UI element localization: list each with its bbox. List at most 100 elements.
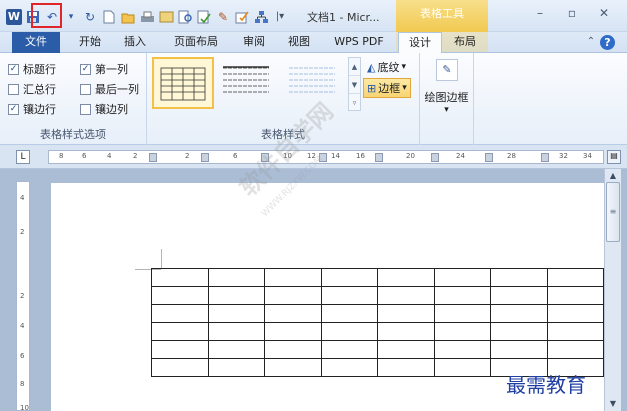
table-cell[interactable] bbox=[320, 268, 378, 287]
tab-insert[interactable]: 插入 bbox=[115, 32, 155, 53]
shading-button[interactable]: ◭ 底纹 ▾ bbox=[367, 59, 406, 75]
ruler-column-marker[interactable] bbox=[485, 153, 493, 162]
table-style-plain[interactable] bbox=[219, 62, 273, 102]
open-icon[interactable] bbox=[120, 9, 136, 25]
document-table[interactable] bbox=[151, 268, 604, 377]
table-cell[interactable] bbox=[320, 322, 378, 341]
table-cell[interactable] bbox=[377, 286, 435, 305]
tab-file[interactable]: 文件 bbox=[12, 32, 60, 53]
table-cell[interactable] bbox=[377, 304, 435, 323]
check-icon[interactable] bbox=[234, 9, 250, 25]
table-cell[interactable] bbox=[320, 304, 378, 323]
table-cell[interactable] bbox=[433, 304, 491, 323]
tab-page-layout[interactable]: 页面布局 bbox=[163, 32, 229, 53]
table-cell[interactable] bbox=[433, 340, 491, 359]
table-cell[interactable] bbox=[151, 340, 209, 359]
tab-table-layout[interactable]: 布局 bbox=[444, 32, 486, 53]
table-cell[interactable] bbox=[377, 358, 435, 377]
table-cell[interactable] bbox=[433, 268, 491, 287]
table-cell[interactable] bbox=[433, 358, 491, 377]
table-cell[interactable] bbox=[433, 286, 491, 305]
gallery-down-icon[interactable]: ▼ bbox=[349, 76, 360, 94]
help-icon[interactable]: ? bbox=[600, 35, 615, 50]
email-icon[interactable] bbox=[158, 9, 174, 25]
maximize-icon[interactable]: ▫ bbox=[562, 6, 582, 20]
table-cell[interactable] bbox=[151, 268, 209, 287]
draw-borders-label[interactable]: 绘图边框 bbox=[420, 89, 473, 105]
redo-icon-2[interactable]: ↻ bbox=[82, 9, 98, 25]
total-row-option[interactable]: 汇总行 bbox=[8, 81, 56, 97]
tab-view[interactable]: 视图 bbox=[279, 32, 319, 53]
banded-rows-option[interactable]: ✓ 镶边行 bbox=[8, 101, 56, 117]
first-column-option[interactable]: ✓ 第一列 bbox=[80, 61, 128, 77]
table-style-selected[interactable] bbox=[152, 57, 214, 109]
print-icon[interactable] bbox=[139, 9, 155, 25]
table-cell[interactable] bbox=[151, 286, 209, 305]
table-cell[interactable] bbox=[546, 268, 604, 287]
table-cell[interactable] bbox=[264, 322, 322, 341]
draw-borders-dropdown-icon[interactable]: ▾ bbox=[420, 105, 473, 115]
customize-icon[interactable]: |▾ bbox=[272, 9, 288, 25]
vertical-scrollbar[interactable]: ▲ ≡ ▼ bbox=[604, 169, 621, 411]
table-cell[interactable] bbox=[207, 340, 265, 359]
table-cell[interactable] bbox=[546, 304, 604, 323]
table-cell[interactable] bbox=[546, 322, 604, 341]
table-cell[interactable] bbox=[151, 304, 209, 323]
ruler-column-marker[interactable] bbox=[375, 153, 383, 162]
table-cell[interactable] bbox=[433, 322, 491, 341]
tab-design[interactable]: 设计 bbox=[398, 32, 442, 54]
draw-table-icon-large[interactable]: ✎ bbox=[436, 59, 458, 81]
ruler-column-marker[interactable] bbox=[201, 153, 209, 162]
table-cell[interactable] bbox=[264, 268, 322, 287]
table-cell[interactable] bbox=[490, 286, 548, 305]
preview-icon[interactable] bbox=[177, 9, 193, 25]
header-row-checkbox[interactable]: ✓ bbox=[8, 63, 19, 75]
table-cell[interactable] bbox=[490, 268, 548, 287]
table-cell[interactable] bbox=[207, 322, 265, 341]
table-cell[interactable] bbox=[207, 268, 265, 287]
total-row-checkbox[interactable] bbox=[8, 83, 19, 95]
horizontal-ruler[interactable]: 8 6 4 2 2 6 10 12 14 16 20 24 28 32 34 bbox=[48, 150, 604, 164]
scroll-down-icon[interactable]: ▼ bbox=[605, 397, 621, 411]
tab-home[interactable]: 开始 bbox=[70, 32, 110, 53]
banded-columns-option[interactable]: 镶边列 bbox=[80, 101, 128, 117]
ruler-column-marker[interactable] bbox=[431, 153, 439, 162]
table-cell[interactable] bbox=[151, 358, 209, 377]
ruler-column-marker[interactable] bbox=[541, 153, 549, 162]
first-column-checkbox[interactable]: ✓ bbox=[80, 63, 91, 75]
header-row-option[interactable]: ✓ 标题行 bbox=[8, 61, 56, 77]
tab-selector[interactable]: L bbox=[16, 150, 30, 164]
table-cell[interactable] bbox=[490, 304, 548, 323]
last-column-checkbox[interactable] bbox=[80, 83, 91, 95]
close-icon[interactable]: ✕ bbox=[594, 6, 614, 20]
banded-columns-checkbox[interactable] bbox=[80, 103, 91, 115]
ruler-indent-marker[interactable] bbox=[149, 153, 157, 162]
banded-rows-checkbox[interactable]: ✓ bbox=[8, 103, 19, 115]
tab-wps-pdf[interactable]: WPS PDF bbox=[326, 32, 392, 53]
last-column-option[interactable]: 最后一列 bbox=[80, 81, 139, 97]
gallery-up-icon[interactable]: ▲ bbox=[349, 58, 360, 76]
table-cell[interactable] bbox=[207, 286, 265, 305]
style-gallery-scroll[interactable]: ▲ ▼ ▿ bbox=[348, 57, 361, 111]
table-cell[interactable] bbox=[490, 340, 548, 359]
table-cell[interactable] bbox=[377, 268, 435, 287]
table-cell[interactable] bbox=[377, 340, 435, 359]
borders-button[interactable]: ⊞ 边框 ▾ bbox=[363, 78, 411, 98]
table-cell[interactable] bbox=[546, 286, 604, 305]
table-cell[interactable] bbox=[320, 286, 378, 305]
table-cell[interactable] bbox=[546, 340, 604, 359]
table-cell[interactable] bbox=[207, 358, 265, 377]
word-icon[interactable]: W bbox=[6, 9, 22, 25]
vertical-ruler[interactable]: 4 2 2 4 6 8 10 bbox=[16, 181, 30, 411]
redo-icon[interactable]: ▾ bbox=[63, 9, 79, 25]
table-cell[interactable] bbox=[490, 322, 548, 341]
table-cell[interactable] bbox=[151, 322, 209, 341]
draw-table-icon[interactable]: ✎ bbox=[215, 9, 231, 25]
table-cell[interactable] bbox=[320, 358, 378, 377]
minimize-icon[interactable]: – bbox=[530, 6, 550, 20]
table-cell[interactable] bbox=[264, 286, 322, 305]
collapse-ribbon-icon[interactable]: ⌃ bbox=[584, 32, 598, 53]
scroll-thumb[interactable]: ≡ bbox=[606, 182, 620, 242]
table-cell[interactable] bbox=[264, 340, 322, 359]
view-ruler-icon[interactable]: ▤ bbox=[607, 150, 621, 164]
